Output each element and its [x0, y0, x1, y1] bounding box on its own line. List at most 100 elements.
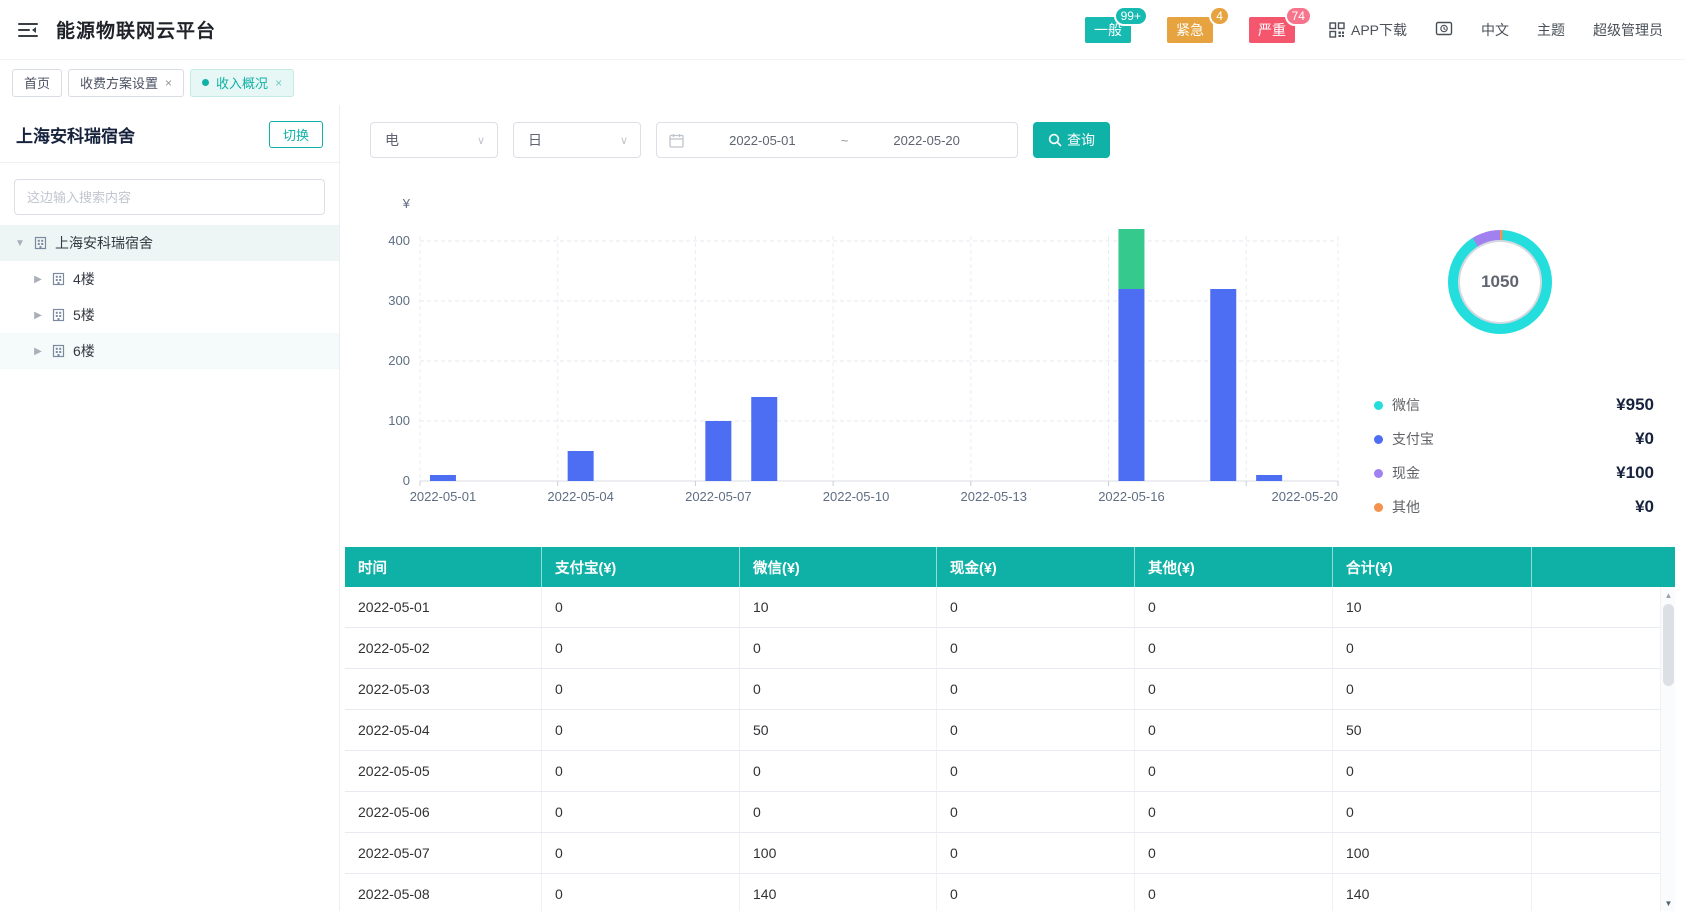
table-cell: 2022-05-01: [345, 587, 542, 627]
tree-node[interactable]: ▶ 4楼: [0, 261, 339, 297]
table-header-cell: [1532, 547, 1675, 587]
tree-search-input[interactable]: [14, 179, 325, 215]
alarm-badge[interactable]: 一般 99+: [1084, 5, 1148, 43]
caret-down-icon[interactable]: ▼: [14, 238, 26, 249]
table-cell: [1532, 751, 1660, 791]
alarm-count-badge: 74: [1284, 5, 1312, 26]
bar-segment[interactable]: [429, 475, 456, 481]
tab-page[interactable]: 收费方案设置 ×: [68, 68, 185, 97]
language-button[interactable]: 中文: [1481, 20, 1509, 40]
legend-dot: [1374, 434, 1383, 444]
table-header-cell: 合计(¥): [1333, 547, 1532, 587]
table-cell: [1532, 669, 1660, 709]
tree-node-label: 6楼: [73, 343, 95, 359]
query-button[interactable]: 查询: [1033, 122, 1110, 158]
table-cell: 0: [1135, 628, 1333, 668]
table-cell: 0: [542, 792, 740, 832]
tab-label: 首页: [24, 76, 51, 91]
switch-building-button[interactable]: 切换: [268, 121, 323, 148]
bar-segment[interactable]: [705, 421, 732, 481]
legend-item[interactable]: 其他 ¥0: [1374, 490, 1654, 524]
app-download-button[interactable]: APP下载: [1329, 20, 1407, 40]
building-icon: [34, 236, 47, 250]
legend-item[interactable]: 现金 ¥100: [1374, 456, 1654, 490]
filter-bar: 电 ∨ 日 ∨ 2022-05-01 ~ 2022-05-20 查询: [370, 122, 1110, 158]
table-cell: 140: [1333, 874, 1532, 911]
legend-value: ¥0: [1635, 429, 1654, 448]
bar-segment[interactable]: [1210, 289, 1237, 481]
donut-total: 1050: [1481, 272, 1519, 291]
active-tab-dot: [202, 79, 210, 86]
table-cell: 0: [1333, 628, 1532, 668]
tree-node[interactable]: ▼ 上海安科瑞宿舍: [0, 225, 339, 261]
alarm-badge[interactable]: 严重 74: [1248, 5, 1312, 43]
table-cell: 10: [1333, 587, 1532, 627]
y-axis-tick-label: 200: [388, 353, 410, 368]
table-cell: 0: [740, 751, 937, 791]
x-axis-tick-label: 2022-05-13: [961, 489, 1028, 504]
table-cell: 0: [1135, 751, 1333, 791]
caret-right-icon[interactable]: ▶: [32, 310, 44, 321]
date-range-picker[interactable]: 2022-05-01 ~ 2022-05-20: [656, 122, 1018, 158]
table-header-cell: 其他(¥): [1135, 547, 1333, 587]
tree-node[interactable]: ▶ 6楼: [0, 333, 339, 369]
table-cell: [1532, 833, 1660, 873]
building-icon: [52, 308, 65, 322]
bar-segment[interactable]: [751, 397, 778, 481]
table-header-cell: 现金(¥): [937, 547, 1135, 587]
qr-code-icon: [1329, 21, 1345, 38]
scroll-thumb[interactable]: [1663, 604, 1674, 686]
tab-home[interactable]: 首页: [12, 68, 63, 97]
legend-item[interactable]: 微信 ¥950: [1374, 388, 1654, 422]
scroll-down-button[interactable]: ▼: [1661, 895, 1675, 911]
table-cell: 140: [740, 874, 937, 911]
y-axis-tick-label: 400: [388, 233, 410, 248]
table-cell: 100: [740, 833, 937, 873]
period-select[interactable]: 日 ∨: [513, 122, 641, 158]
bar-segment[interactable]: [1118, 229, 1145, 289]
building-icon: [52, 344, 65, 358]
legend-item[interactable]: 支付宝 ¥0: [1374, 422, 1654, 456]
building-title: 上海安科瑞宿舍: [16, 127, 135, 146]
scroll-up-button[interactable]: ▲: [1661, 587, 1675, 603]
alarm-badge[interactable]: 紧急 4: [1166, 5, 1230, 43]
tree-node-label: 5楼: [73, 307, 95, 323]
table-cell: 0: [1135, 587, 1333, 627]
table-row: 2022-05-08 0 140 0 0 140: [345, 874, 1660, 911]
y-axis-tick-label: 0: [403, 473, 410, 488]
bar-segment[interactable]: [567, 451, 594, 481]
monitor-icon[interactable]: [1435, 21, 1453, 38]
tree-node[interactable]: ▶ 5楼: [0, 297, 339, 333]
tab-close-icon[interactable]: ×: [275, 76, 282, 90]
table-cell: 2022-05-07: [345, 833, 542, 873]
chevron-down-icon: ∨: [619, 134, 628, 147]
user-menu[interactable]: 超级管理员: [1593, 20, 1663, 40]
date-end: 2022-05-20: [893, 132, 960, 148]
table-cell: 0: [937, 874, 1135, 911]
tree-node-label: 上海安科瑞宿舍: [55, 235, 153, 251]
table-cell: 50: [740, 710, 937, 750]
table-cell: 2022-05-03: [345, 669, 542, 709]
energy-type-select[interactable]: 电 ∨: [370, 122, 498, 158]
tab-page[interactable]: 收入概况 ×: [190, 68, 295, 97]
table-cell: 0: [740, 792, 937, 832]
table-cell: 2022-05-05: [345, 751, 542, 791]
y-axis-tick-label: 300: [388, 293, 410, 308]
table-row: 2022-05-06 0 0 0 0 0: [345, 792, 1660, 833]
caret-right-icon[interactable]: ▶: [32, 274, 44, 285]
table-cell: 50: [1333, 710, 1532, 750]
bar-segment[interactable]: [1118, 289, 1145, 481]
legend-dot: [1374, 502, 1383, 512]
collapse-menu-icon[interactable]: [16, 20, 40, 40]
legend-value: ¥0: [1635, 497, 1654, 516]
tab-close-icon[interactable]: ×: [165, 76, 172, 90]
alarm-count-badge: 99+: [1113, 5, 1148, 26]
bar-segment[interactable]: [1256, 475, 1283, 481]
table-scrollbar[interactable]: ▲ ▼: [1660, 587, 1675, 911]
table-cell: 10: [740, 587, 937, 627]
table-cell: 0: [542, 587, 740, 627]
table-cell: 0: [937, 792, 1135, 832]
x-axis-tick-label: 2022-05-07: [685, 489, 752, 504]
caret-right-icon[interactable]: ▶: [32, 346, 44, 357]
theme-button[interactable]: 主题: [1537, 20, 1565, 40]
